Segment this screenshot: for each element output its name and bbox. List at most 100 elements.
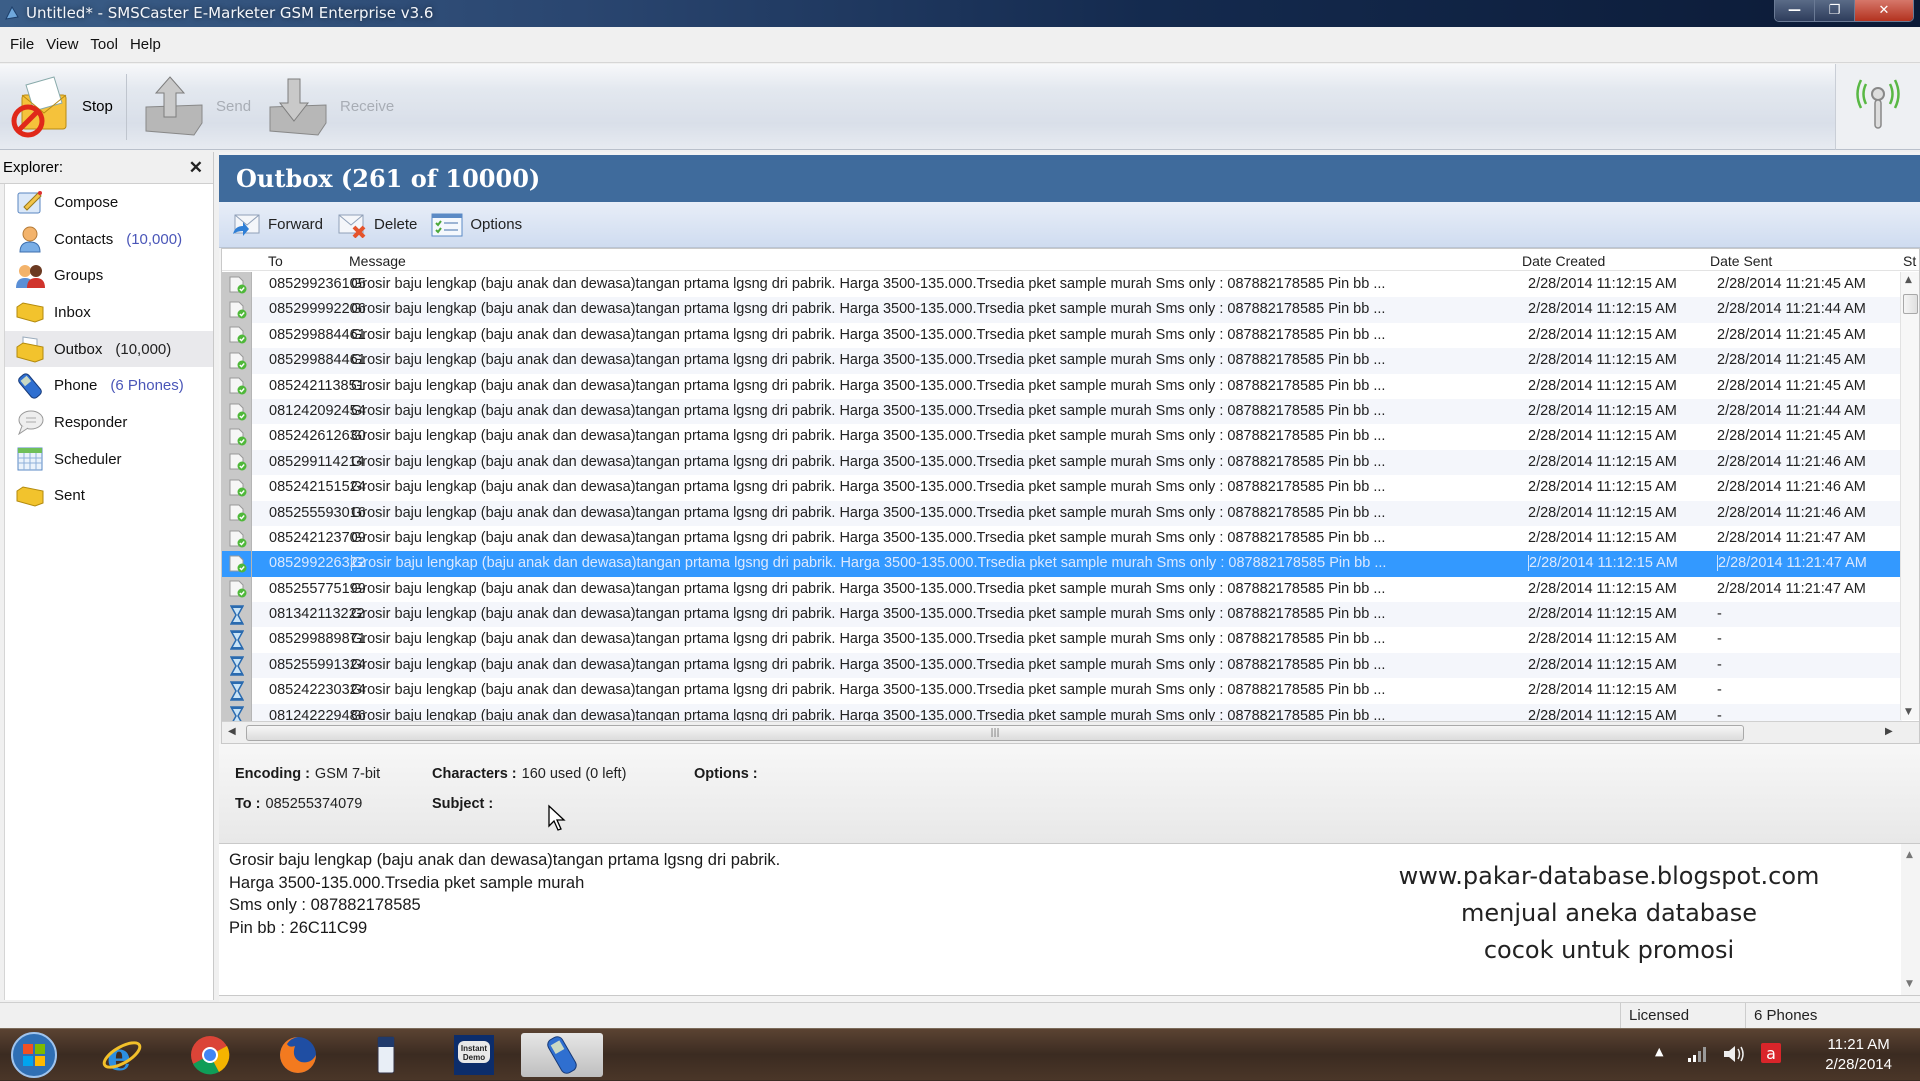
sidebar-item-label: Outbox — [54, 340, 103, 358]
sidebar-item-responder[interactable]: Responder — [5, 404, 213, 441]
table-row[interactable]: 085299884461 Grosir baju lengkap (baju an… — [222, 348, 1902, 374]
minimize-button[interactable]: — — [1775, 0, 1815, 21]
menu-file[interactable]: File — [4, 36, 40, 53]
sidebar-item-label: Responder — [54, 413, 128, 431]
antivirus-icon[interactable]: a — [1760, 1042, 1782, 1064]
column-header-date-sent[interactable]: Date Sent — [1710, 253, 1772, 269]
cell-message: Grosir baju lengkap (baju anak dan dewas… — [351, 580, 1386, 597]
message-scrollbar[interactable]: ▲ ▼ — [1901, 844, 1920, 995]
cell-message: Grosir baju lengkap (baju anak dan dewas… — [351, 555, 1421, 572]
sidebar-item-contacts[interactable]: Contacts (10,000) — [5, 221, 213, 258]
sidebar-item-scheduler[interactable]: Scheduler — [5, 441, 213, 478]
table-row[interactable]: 081342113222 Grosir baju lengkap (baju an… — [222, 602, 1902, 628]
column-header-to[interactable]: To — [268, 253, 283, 269]
table-row[interactable]: 085299114214 Grosir baju lengkap (baju an… — [222, 449, 1902, 476]
scroll-right-icon[interactable]: ▶ — [1885, 726, 1893, 737]
chrome-icon — [191, 1036, 230, 1075]
table-row[interactable]: 085242113851 Grosir baju lengkap (baju an… — [222, 373, 1902, 399]
column-header-message[interactable]: Message — [349, 253, 406, 269]
taskbar-firefox[interactable] — [274, 1033, 322, 1077]
table-row[interactable]: 085242230324 Grosir baju lengkap (baju an… — [222, 678, 1902, 704]
cell-date-created: 2/28/2014 11:12:15 AM — [1528, 377, 1677, 394]
pending-hourglass-icon — [222, 627, 252, 653]
cell-date-sent: 2/28/2014 11:21:44 AM — [1717, 301, 1866, 318]
menu-tool[interactable]: Tool — [84, 36, 124, 53]
message-preview[interactable]: Grosir baju lengkap (baju anak dan dewas… — [219, 844, 1920, 996]
close-button[interactable]: ✕ — [1855, 0, 1913, 21]
table-row[interactable]: 085299884461 Grosir baju lengkap (baju an… — [222, 322, 1902, 349]
show-hidden-icons[interactable]: ▲ — [1655, 1045, 1663, 1058]
taskbar-internet-explorer[interactable]: e — [98, 1033, 146, 1077]
table-row[interactable]: 085299889871 Grosir baju lengkap (baju an… — [222, 627, 1902, 653]
receive-button[interactable]: Receive — [264, 70, 394, 142]
system-tray: ▲ a 11:21 AM 2/28/2014 — [1650, 1029, 1920, 1081]
sidebar-item-label: Sent — [54, 487, 85, 505]
vertical-scroll-thumb[interactable] — [1903, 294, 1918, 314]
forward-button[interactable]: Forward — [231, 212, 323, 238]
sent-status-icon — [222, 348, 252, 374]
scroll-down-icon[interactable]: ▼ — [1905, 707, 1912, 717]
scroll-down-icon[interactable]: ▼ — [1906, 979, 1913, 989]
phone-count: (6 Phones) — [110, 377, 184, 395]
scroll-left-icon[interactable]: ◀ — [228, 726, 236, 737]
table-row[interactable]: 085299236105 Grosir baju lengkap (baju an… — [222, 272, 1902, 298]
taskbar-instant-demo[interactable]: Instant Demo — [450, 1033, 498, 1077]
send-label: Send — [216, 97, 252, 115]
sidebar-item-label: Phone — [54, 377, 98, 395]
table-row[interactable]: 085299992206 Grosir baju lengkap (baju an… — [222, 297, 1902, 323]
table-row[interactable]: 085242612630 Grosir baju lengkap (baju an… — [222, 424, 1902, 450]
subject-label: Subject : — [432, 796, 494, 812]
scroll-up-icon[interactable]: ▲ — [1906, 850, 1913, 860]
taskbar-clock[interactable]: 11:21 AM 2/28/2014 — [1825, 1035, 1892, 1075]
table-body: 085299236105 Grosir baju lengkap (baju an… — [222, 272, 1902, 730]
horizontal-scrollbar[interactable]: ◀ ||| ▶ — [222, 721, 1919, 743]
connection-status[interactable] — [1835, 64, 1920, 150]
menu-view[interactable]: View — [40, 36, 84, 53]
cell-date-sent: 2/28/2014 11:21:45 AM — [1717, 352, 1866, 369]
menu-help[interactable]: Help — [124, 36, 167, 53]
network-signal-icon[interactable] — [1686, 1045, 1710, 1063]
table-row[interactable]: 085255593016 Grosir baju lengkap (baju an… — [222, 500, 1902, 526]
sidebar-item-label: Groups — [54, 267, 104, 285]
cell-message: Grosir baju lengkap (baju anak dan dewas… — [351, 276, 1386, 292]
options-button[interactable]: Options — [431, 212, 522, 238]
vertical-scrollbar[interactable]: ▲ ▼ — [1900, 272, 1919, 720]
taskbar-chrome[interactable] — [186, 1033, 234, 1077]
table-row[interactable]: 085242151524 Grosir baju lengkap (baju an… — [222, 475, 1902, 501]
delete-button[interactable]: Delete — [337, 212, 417, 238]
scroll-up-icon[interactable]: ▲ — [1905, 275, 1912, 285]
table-row[interactable]: 085255775199 Grosir baju lengkap (baju an… — [222, 576, 1902, 603]
cell-message: Grosir baju lengkap (baju anak dan dewas… — [351, 301, 1386, 318]
pending-hourglass-icon — [222, 678, 252, 704]
sidebar-item-inbox[interactable]: Inbox — [5, 294, 213, 331]
column-header-status[interactable]: St — [1903, 253, 1916, 269]
start-button[interactable] — [10, 1032, 58, 1078]
watermark-line-3: cocok untuk promosi — [1483, 936, 1735, 964]
column-header-date-created[interactable]: Date Created — [1522, 253, 1605, 269]
horizontal-scroll-thumb[interactable]: ||| — [246, 725, 1744, 741]
sidebar-item-sent[interactable]: Sent — [5, 478, 213, 515]
sent-icon — [15, 481, 45, 511]
stop-button[interactable]: Stop — [8, 70, 113, 142]
mobile-phone-icon — [547, 1036, 577, 1074]
sidebar-item-groups[interactable]: Groups — [5, 257, 213, 294]
table-row[interactable]: 085255991324 Grosir baju lengkap (baju an… — [222, 652, 1902, 679]
sidebar-item-compose[interactable]: Compose — [5, 184, 213, 221]
cell-message: Grosir baju lengkap (baju anak dan dewas… — [351, 453, 1386, 470]
send-button[interactable]: Send — [140, 70, 251, 142]
volume-icon[interactable] — [1722, 1043, 1746, 1065]
table-row[interactable]: 081242092454 Grosir baju lengkap (baju an… — [222, 398, 1902, 425]
outbox-count: (10,000) — [115, 340, 172, 358]
taskbar-smscaster[interactable] — [521, 1033, 603, 1077]
table-row[interactable]: 085299226322 Grosir baju lengkap (baju an… — [222, 551, 1902, 577]
table-row[interactable]: 085242123709 Grosir baju lengkap (baju an… — [222, 525, 1902, 552]
maximize-button[interactable]: ❐ — [1815, 0, 1855, 21]
sidebar-item-outbox[interactable]: Outbox (10,000) — [5, 330, 213, 368]
cell-message: Grosir baju lengkap (baju anak dan dewas… — [351, 428, 1386, 445]
svg-text:e: e — [107, 1034, 131, 1077]
sidebar-item-label: Compose — [54, 193, 119, 211]
taskbar-modem-tool[interactable] — [362, 1033, 410, 1077]
sidebar-item-phone[interactable]: Phone (6 Phones) — [5, 367, 213, 404]
svg-text:Instant: Instant — [461, 1044, 488, 1053]
explorer-close-icon[interactable]: ✕ — [189, 158, 203, 178]
